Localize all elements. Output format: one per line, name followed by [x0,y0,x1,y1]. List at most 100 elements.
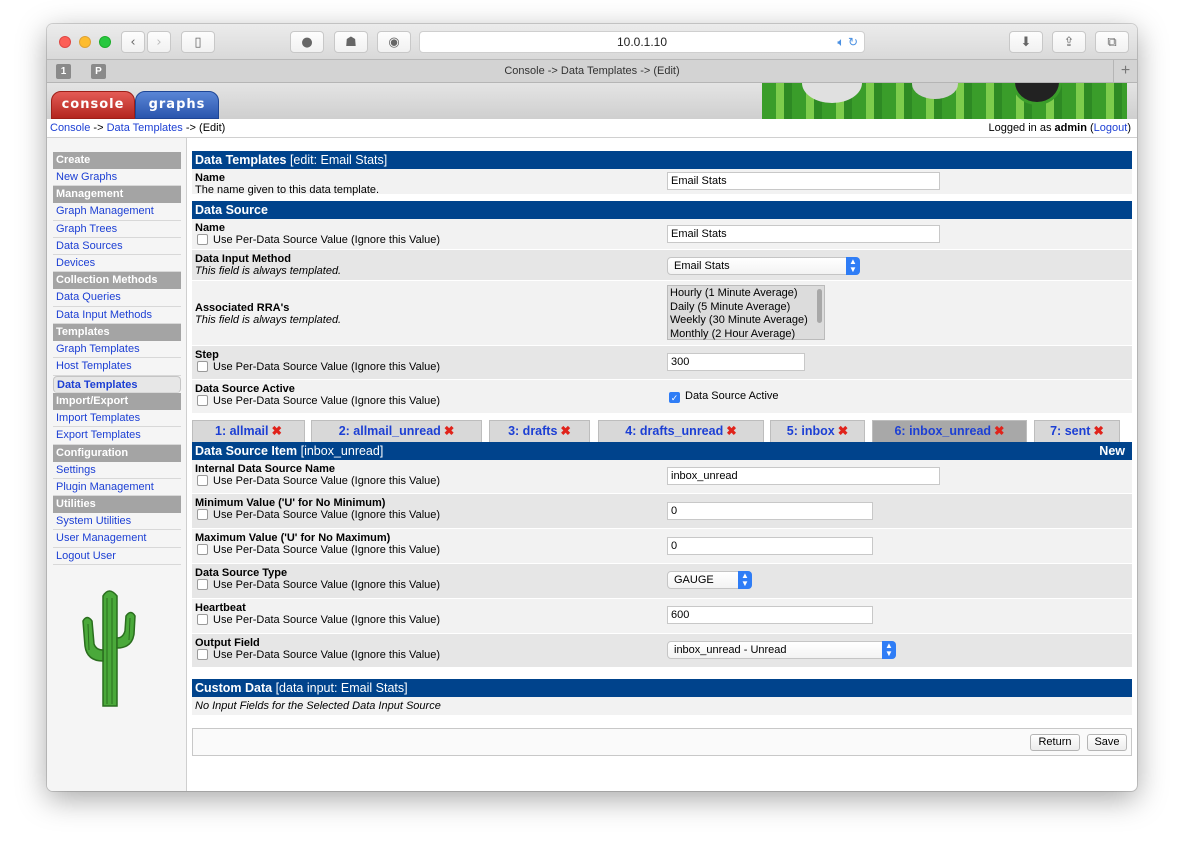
breadcrumb-data-templates-link[interactable]: Data Templates [107,122,183,134]
delete-icon[interactable]: ✖ [726,424,736,438]
delete-icon[interactable]: ✖ [838,424,848,438]
breadcrumb-separator: -> [185,122,196,134]
form-footer: Return Save [192,728,1132,756]
rra-option[interactable]: Weekly (30 Minute Average) [670,314,822,328]
sidebar-item-export-templates[interactable]: Export Templates [53,427,181,445]
console-tab[interactable]: console [51,91,135,119]
sidebar-toggle-button[interactable]: ▯ [181,31,215,53]
sidebar-item-system-utilities[interactable]: System Utilities [53,513,181,531]
ds-item-tab[interactable]: 5: inbox ✖ [770,420,865,442]
minimize-window-button[interactable] [79,36,91,48]
sidebar-item-data-input-methods[interactable]: Data Input Methods [53,307,181,325]
downloads-button[interactable]: ⬇ [1009,31,1043,53]
ds-item-tab[interactable]: 2: allmail_unread ✖ [311,420,482,442]
per-ds-checkbox[interactable] [197,579,208,590]
input-method-select[interactable]: Email Stats ▲ ▼ [667,257,860,275]
output-field-select[interactable]: inbox_unread - Unread ▲ ▼ [667,641,896,659]
cacti-logo-icon [82,590,136,707]
sidebar-item-data-templates[interactable]: Data Templates [53,375,181,393]
active-tab-title[interactable]: Console -> Data Templates -> (Edit) [47,65,1137,77]
address-bar[interactable]: 10.0.1.10 🔈︎ ↻ [419,31,865,53]
new-tab-button[interactable]: + [1113,60,1137,83]
per-ds-checkbox[interactable] [197,395,208,406]
delete-icon[interactable]: ✖ [444,424,454,438]
per-ds-checkbox[interactable] [197,509,208,520]
sidebar-item-graph-trees[interactable]: Graph Trees [53,221,181,238]
ds-item-tab[interactable]: 7: sent ✖ [1034,420,1120,442]
ds-type-select[interactable]: GAUGE ▲ ▼ [667,571,752,589]
per-ds-checkbox[interactable] [197,361,208,372]
per-ds-checkbox[interactable] [197,234,208,245]
field-label: Data Source Type [195,567,288,579]
header-cactus-art [762,83,1127,119]
tabs-overview-button[interactable]: ⧉ [1095,31,1129,53]
sidebar-item-user-management[interactable]: User Management [53,530,181,548]
sidebar-item-settings[interactable]: Settings [53,462,181,479]
sidebar-item-import-templates[interactable]: Import Templates [53,410,181,428]
ds-item-tab[interactable]: 6: inbox_unread ✖ [872,420,1027,442]
close-window-button[interactable] [59,36,71,48]
field-description: This field is always templated. [195,314,342,326]
rra-option[interactable]: Monthly (2 Hour Average) [670,328,822,342]
ds-item-tab[interactable]: 3: drafts ✖ [489,420,590,442]
back-button[interactable]: ‹ [121,31,145,53]
forward-button[interactable]: › [147,31,171,53]
sidebar-icon: ▯ [194,34,202,50]
logout-link[interactable]: Logout [1094,122,1128,134]
graphs-tab[interactable]: graphs [135,91,219,119]
max-value-input[interactable] [667,537,873,555]
sidebar-item-data-queries[interactable]: Data Queries [53,289,181,307]
delete-icon[interactable]: ✖ [1093,424,1103,438]
delete-icon[interactable]: ✖ [272,424,282,438]
zoom-window-button[interactable] [99,36,111,48]
per-ds-checkbox[interactable] [197,614,208,625]
sidebar-header-import-export: Import/Export [53,392,181,410]
per-ds-checkbox[interactable] [197,475,208,486]
heartbeat-row: Heartbeat Use Per-Data Source Value (Ign… [192,599,1132,634]
sidebar-item-devices[interactable]: Devices [53,255,181,273]
reload-icon[interactable]: 🔈︎ ↻ [837,32,858,52]
sidebar-item-data-sources[interactable]: Data Sources [53,238,181,256]
delete-icon[interactable]: ✖ [560,424,570,438]
step-input[interactable] [667,353,805,371]
extension-button-1[interactable]: ● [290,31,324,53]
rra-listbox[interactable]: Hourly (1 Minute Average) Daily (5 Minut… [667,285,825,340]
listbox-scrollbar[interactable] [817,289,822,323]
circle-icon: ◉ [388,34,400,50]
per-ds-label: Use Per-Data Source Value (Ignore this V… [213,649,441,661]
template-name-input[interactable] [667,172,940,190]
extension-button-3[interactable]: ◉ [377,31,411,53]
pinned-tab-1[interactable]: 1 [56,64,71,79]
sidebar-item-new-graphs[interactable]: New Graphs [53,169,181,187]
new-item-link[interactable]: New [1099,442,1125,460]
ds-name-input[interactable] [667,225,940,243]
min-value-input[interactable] [667,502,873,520]
sidebar-item-host-templates[interactable]: Host Templates [53,358,181,376]
rra-option[interactable]: Daily (5 Minute Average) [670,301,822,315]
ds-active-checkbox[interactable]: ✓ [669,392,680,403]
ds-item-tab[interactable]: 1: allmail ✖ [192,420,305,442]
per-ds-checkbox[interactable] [197,544,208,555]
share-button[interactable]: ⇪ [1052,31,1086,53]
save-button[interactable]: Save [1087,734,1127,751]
ds-item-tab[interactable]: 4: drafts_unread ✖ [598,420,764,442]
per-ds-label: Use Per-Data Source Value (Ignore this V… [213,361,441,373]
per-ds-checkbox[interactable] [197,649,208,660]
rra-option[interactable]: Hourly (1 Minute Average) [670,287,822,301]
select-arrows-icon: ▲ ▼ [846,257,860,275]
sidebar-item-graph-management[interactable]: Graph Management [53,203,181,221]
breadcrumb-console-link[interactable]: Console [50,122,90,134]
extension-button-2[interactable]: ☗ [334,31,368,53]
sidebar-item-plugin-management[interactable]: Plugin Management [53,479,181,497]
ds-active-row: Data Source Active Use Per-Data Source V… [192,380,1132,414]
chevron-right-icon: › [156,34,162,50]
sidebar-item-logout-user[interactable]: Logout User [53,548,181,566]
sidebar-item-graph-templates[interactable]: Graph Templates [53,341,181,359]
delete-icon[interactable]: ✖ [994,424,1004,438]
pinned-tab-p[interactable]: P [91,64,106,79]
return-button[interactable]: Return [1030,734,1080,751]
internal-name-input[interactable] [667,467,940,485]
heartbeat-input[interactable] [667,606,873,624]
sidebar-header-configuration: Configuration [53,444,181,462]
data-source-header: Data Source [192,201,1132,219]
